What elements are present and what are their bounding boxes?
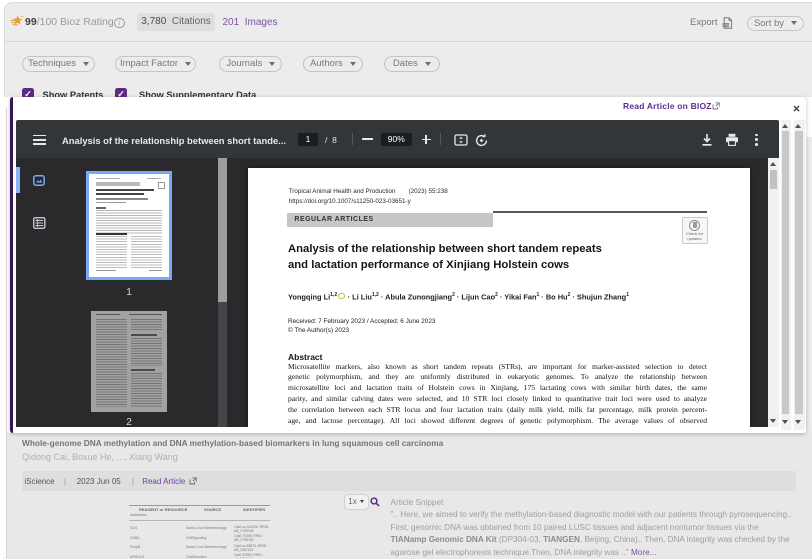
- svg-text:CSV: CSV: [723, 24, 731, 28]
